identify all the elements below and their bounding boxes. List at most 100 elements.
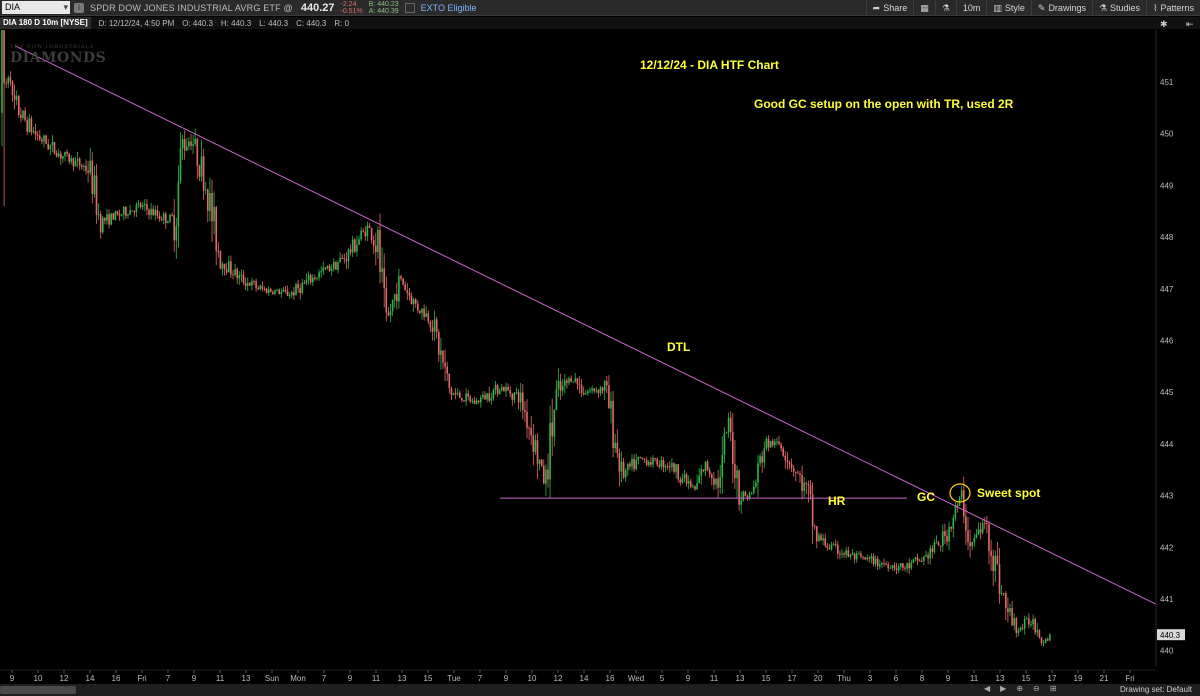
candle-body [347, 249, 350, 262]
candle [118, 209, 121, 221]
style-button[interactable]: ▥ Style [986, 0, 1031, 16]
candle [312, 274, 314, 287]
compress-icon[interactable]: ⊖ [1033, 684, 1040, 693]
candle-body [855, 553, 858, 560]
drawing-set-label[interactable]: Drawing set: Default [1120, 685, 1192, 694]
candle-body [950, 526, 952, 529]
candle [356, 235, 358, 257]
candle [876, 556, 879, 570]
candle [872, 553, 875, 567]
level2-icon[interactable] [404, 2, 415, 13]
trendline-dtl[interactable] [14, 45, 1157, 605]
candle [335, 260, 337, 270]
candle [870, 553, 873, 564]
candle-body [225, 269, 228, 273]
candle [106, 208, 108, 225]
candle-body [1011, 608, 1013, 626]
price-chart[interactable]: 451 450 449 448 447 446 445 444 443 442 441 440 9 10… [0, 30, 1200, 696]
candle-body [272, 291, 274, 294]
candle [181, 134, 184, 160]
patterns-button[interactable]: ⌇ Patterns [1146, 0, 1200, 16]
candle-body [946, 535, 948, 542]
layout-button[interactable]: ▦ [913, 0, 935, 16]
status-bar: ◀ ▶ ⊕ ⊖ ⊞ Drawing set: Default [0, 684, 1200, 696]
price-change-pct: -0.51% [340, 7, 363, 15]
candle [727, 412, 730, 439]
candle-body [423, 308, 425, 317]
candle-body [274, 290, 276, 294]
candlestick-icon: ▥ [993, 2, 1002, 13]
candle-body [211, 193, 213, 222]
candle [967, 517, 969, 551]
candle-body [908, 563, 910, 569]
candle-body [173, 215, 175, 241]
candle-body [34, 131, 37, 135]
candle [492, 388, 495, 401]
candle [139, 201, 142, 209]
candle-body [230, 261, 232, 275]
candle-body [1032, 619, 1034, 625]
zoom-out-icon[interactable]: ◀ [984, 684, 990, 693]
candle-body [501, 387, 503, 391]
candle [904, 565, 906, 572]
candle-body [952, 517, 955, 529]
candle [763, 441, 766, 469]
chevron-down-icon[interactable]: ▾ [63, 1, 68, 14]
candle-body [685, 474, 688, 484]
candle [217, 241, 220, 258]
candle [589, 387, 591, 394]
candle [683, 469, 686, 483]
exto-eligible-link[interactable]: EXTO Eligible [421, 3, 477, 13]
candle [41, 137, 43, 145]
candle-body [923, 556, 925, 562]
candle-body [637, 456, 640, 460]
zoom-in-icon[interactable]: ▶ [1000, 684, 1006, 693]
candle-body [125, 206, 127, 216]
share-button[interactable]: ➦ Share [865, 0, 914, 16]
candle [805, 481, 808, 495]
candle-body [992, 555, 994, 572]
candle [759, 453, 761, 467]
candle [156, 205, 159, 219]
candle-body [996, 555, 999, 565]
candle [755, 479, 757, 489]
candle-body [286, 291, 289, 296]
candle-body [87, 170, 89, 173]
interval-button[interactable]: 10m [955, 0, 987, 16]
candle [85, 159, 87, 175]
flask-button[interactable]: ⚗ [934, 0, 956, 16]
change-stack: -2.24 -0.51% [341, 1, 363, 15]
candle-body [144, 204, 146, 206]
drawings-button[interactable]: ✎ Drawings [1030, 0, 1092, 16]
bar-close: C: 440.3 [296, 18, 327, 28]
candle-body [547, 469, 549, 480]
candle [792, 464, 795, 477]
gear-icon[interactable]: ✱ [1160, 19, 1172, 29]
candle [685, 472, 688, 487]
candle [272, 290, 274, 296]
candle-body [998, 564, 1001, 594]
candle [881, 561, 883, 568]
candle-body [1026, 618, 1028, 620]
candle [28, 114, 31, 134]
candle-body [969, 542, 971, 547]
collapse-icon[interactable]: ⇤ [1186, 19, 1198, 29]
candle-body [971, 542, 973, 547]
candle-body [862, 556, 864, 558]
candle-body [1028, 618, 1030, 625]
candle [979, 522, 982, 540]
candle [816, 526, 818, 549]
studies-button[interactable]: ⚗ Studies [1091, 0, 1146, 16]
time-tick-label: 11 [710, 674, 719, 683]
time-tick-label: 6 [894, 674, 899, 683]
time-axis[interactable]: 9 10 12 14 16 Fri 7 9 11 13 Sun Mon 7 9 11 13 15 Tue 7 9 10 1… [0, 669, 1156, 683]
candle [135, 202, 138, 217]
chart-id[interactable]: DIA 180 D 10m [NYSE] [0, 17, 91, 29]
chart-scrollbar[interactable] [0, 686, 76, 694]
candle-body [618, 452, 621, 472]
fit-icon[interactable]: ⊕ [1016, 684, 1023, 693]
symbol-input[interactable]: DIA ▾ [2, 1, 70, 14]
ticker-info-icon[interactable]: i [74, 2, 84, 13]
expand-icon[interactable]: ⊞ [1050, 684, 1057, 693]
candle [389, 303, 392, 323]
